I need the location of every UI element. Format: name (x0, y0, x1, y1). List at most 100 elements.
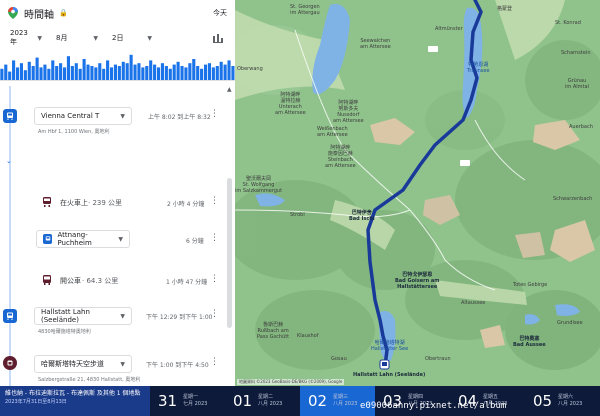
histogram-bar[interactable] (82, 59, 86, 80)
visit-time[interactable]: 6 分鐘 (186, 236, 204, 245)
histogram-bar[interactable] (125, 63, 129, 80)
histogram-bar[interactable] (200, 68, 204, 80)
histogram-bar[interactable] (145, 66, 149, 80)
histogram-bar[interactable] (12, 60, 16, 80)
histogram-bar[interactable] (8, 71, 12, 80)
histogram-bar[interactable] (121, 61, 125, 80)
day-cell[interactable]: 01 星期二 八月 2023 (225, 386, 300, 416)
place-name: 哈爾斯塔特天空步道 (41, 360, 104, 368)
histogram-bar[interactable] (196, 66, 200, 80)
histogram-bar[interactable] (55, 66, 59, 80)
histogram-bar[interactable] (0, 68, 4, 80)
day-dropdown[interactable]: 2日 ▼ (108, 29, 156, 47)
histogram-bar[interactable] (19, 63, 23, 80)
histogram-bar[interactable] (98, 63, 102, 80)
day-number: 01 (233, 392, 253, 410)
more-options-icon[interactable]: ⋮ (210, 196, 219, 206)
histogram-bar[interactable] (106, 60, 110, 80)
histogram-bar[interactable] (203, 64, 208, 80)
histogram-bar[interactable] (109, 67, 114, 80)
scroll-up-arrow-icon[interactable]: ▲ (227, 86, 232, 93)
histogram-bar[interactable] (43, 64, 47, 80)
histogram-bar[interactable] (47, 68, 51, 80)
histogram-bar[interactable] (168, 68, 172, 80)
histogram-bar[interactable] (176, 61, 180, 80)
bar-chart-toggle-button[interactable] (207, 29, 229, 47)
place-chip-skywalk[interactable]: 哈爾斯塔特天空步道 ▼ (34, 355, 132, 373)
histogram-bar[interactable] (62, 67, 67, 80)
histogram-bar[interactable] (192, 59, 196, 80)
histogram-bar[interactable] (51, 60, 55, 80)
trip-dates: 2023年7月31日至8月13日 (5, 399, 67, 405)
visit-time[interactable]: 下午 1:00 到下午 4:50 (146, 360, 209, 369)
histogram-bar[interactable] (78, 68, 82, 80)
histogram-bar[interactable] (172, 64, 176, 80)
histogram-bar[interactable] (156, 67, 161, 80)
histogram-bar[interactable] (215, 66, 219, 80)
histogram-bar[interactable] (149, 60, 153, 80)
histogram-bar[interactable] (137, 63, 141, 80)
visit-time[interactable]: 下午 12:29 到下午 1:00 (146, 312, 213, 321)
histogram-bar[interactable] (180, 66, 184, 80)
lock-icon: 🔒 (59, 9, 68, 17)
histogram-bar[interactable] (4, 64, 8, 80)
activity-histogram[interactable] (0, 50, 235, 80)
place-chip-hallstatt-lahn[interactable]: Hallstatt Lahn (Seelände) ▼ (34, 307, 132, 325)
histogram-bar[interactable] (31, 66, 35, 80)
visit-time[interactable]: 上午 8:02 到上午 8:32 (148, 112, 211, 121)
today-button[interactable]: 今天 (213, 8, 227, 18)
month-dropdown[interactable]: 8月 ▼ (52, 29, 102, 47)
more-options-icon[interactable]: ⋮ (210, 233, 219, 243)
histogram-bar[interactable] (211, 67, 215, 80)
histogram-bar[interactable] (129, 54, 133, 80)
histogram-bar[interactable] (133, 64, 137, 80)
histogram-bar[interactable] (90, 66, 94, 80)
histogram-bar[interactable] (66, 56, 70, 80)
map-canvas[interactable] (235, 0, 600, 386)
place-chip-attnang[interactable]: Attnang-Puchheim ▼ (36, 230, 130, 248)
histogram-bar[interactable] (86, 64, 90, 80)
map-attribution: 地圖資料 ©2023 GeoBasis-DE/BKG (©2009), Goog… (237, 379, 345, 385)
histogram-bar[interactable] (15, 67, 20, 80)
histogram-bar[interactable] (59, 63, 63, 80)
map-label-oberwang: Oberwang (237, 66, 263, 72)
histogram-bar[interactable] (70, 66, 74, 80)
day-cell[interactable]: 05 星期六 八月 2023 (525, 386, 600, 416)
histogram-bar[interactable] (23, 70, 27, 80)
histogram-bar[interactable] (164, 66, 168, 80)
histogram-bar[interactable] (94, 67, 98, 80)
histogram-bar[interactable] (74, 63, 78, 80)
histogram-bar[interactable] (117, 66, 121, 80)
histogram-bar[interactable] (35, 57, 39, 80)
histogram-bar[interactable] (27, 61, 31, 80)
histogram-bar[interactable] (141, 67, 145, 80)
histogram-bar[interactable] (160, 63, 164, 80)
day-cell[interactable]: 31 星期一 七月 2023 (150, 386, 225, 416)
place-chip-vienna[interactable]: Vienna Central T ▼ (34, 107, 132, 125)
histogram-bar[interactable] (227, 60, 231, 80)
histogram-bar[interactable] (188, 63, 192, 80)
histogram-bar[interactable] (39, 67, 43, 80)
map-view[interactable]: St. Georgen im Attergau Seewalchen am Atte… (235, 0, 600, 386)
trip-info[interactable]: 維也納 - 布拉迪斯拉瓦 - 布達佩斯 及其他 1 個地點 2023年7月31日… (0, 386, 150, 416)
more-options-icon[interactable]: ⋮ (210, 274, 219, 284)
year-dropdown[interactable]: 2023年 ▼ (6, 29, 46, 47)
more-options-icon[interactable]: ⋮ (210, 109, 219, 119)
map-label-bad-ischl: 巴特伊舍 Bad Ischl (349, 210, 375, 222)
more-options-icon[interactable]: ⋮ (210, 309, 219, 319)
map-label-klaushof: Klaushof (297, 333, 319, 339)
histogram-bar[interactable] (223, 64, 227, 80)
map-label-st-georgen: St. Georgen im Attergau (290, 4, 320, 16)
collapse-arrow-icon[interactable]: ⌄ (6, 157, 12, 165)
date-selector: 2023年 ▼ 8月 ▼ 2日 ▼ (0, 26, 235, 50)
day-weekday: 星期二 (258, 394, 274, 400)
histogram-bar[interactable] (153, 64, 157, 80)
histogram-bar[interactable] (219, 61, 223, 80)
histogram-bar[interactable] (184, 67, 188, 80)
scrollbar-thumb[interactable] (227, 178, 232, 328)
histogram-bar[interactable] (207, 63, 211, 80)
histogram-bar[interactable] (113, 64, 117, 80)
more-options-icon[interactable]: ⋮ (210, 357, 219, 367)
histogram-bar[interactable] (102, 68, 106, 80)
map-label-unterach: 阿特湖畔 溫特拉赫 Unterach am Attersee (275, 92, 306, 116)
